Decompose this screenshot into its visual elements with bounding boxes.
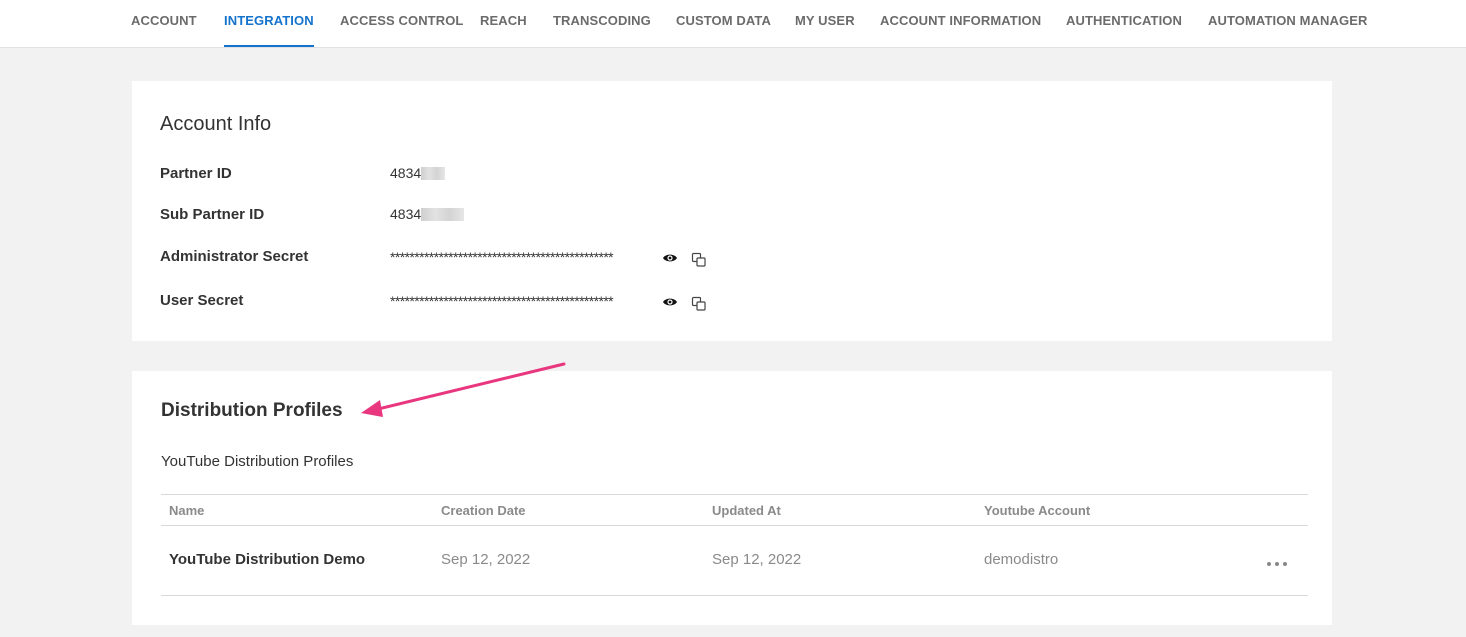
table-divider bbox=[161, 494, 1308, 495]
column-header-youtube-account[interactable]: Youtube Account bbox=[984, 503, 1090, 518]
youtube-account: demodistro bbox=[984, 551, 1059, 568]
tab-my-user[interactable]: MY USER bbox=[795, 0, 855, 47]
copy-icon[interactable] bbox=[691, 252, 709, 268]
tab-custom-data[interactable]: CUSTOM DATA bbox=[676, 0, 771, 47]
tab-reach[interactable]: REACH bbox=[480, 0, 527, 47]
more-actions-icon[interactable] bbox=[1265, 556, 1291, 566]
sub-partner-id-label: Sub Partner ID bbox=[160, 206, 265, 223]
youtube-profiles-subtitle: YouTube Distribution Profiles bbox=[161, 453, 354, 470]
redacted-blur bbox=[421, 167, 446, 180]
eye-icon[interactable] bbox=[662, 296, 680, 312]
tab-account[interactable]: ACCOUNT bbox=[131, 0, 197, 47]
admin-secret-label: Administrator Secret bbox=[160, 248, 309, 265]
table-divider bbox=[161, 595, 1308, 596]
creation-date: Sep 12, 2022 bbox=[441, 551, 531, 568]
updated-at: Sep 12, 2022 bbox=[712, 551, 802, 568]
column-header-name[interactable]: Name bbox=[169, 503, 204, 518]
account-info-title: Account Info bbox=[160, 113, 272, 135]
column-header-creation-date[interactable]: Creation Date bbox=[441, 503, 526, 518]
partner-id-value: 4834 bbox=[390, 165, 446, 181]
eye-icon[interactable] bbox=[662, 252, 680, 268]
tab-account-information[interactable]: ACCOUNT INFORMATION bbox=[880, 0, 1041, 47]
partner-id-label: Partner ID bbox=[160, 165, 232, 182]
sub-partner-id-text: 4834 bbox=[390, 206, 422, 222]
account-info-card: Account Info Partner ID 4834 Sub Partner… bbox=[132, 81, 1332, 341]
tab-automation-manager[interactable]: AUTOMATION MANAGER bbox=[1208, 0, 1367, 47]
distribution-profiles-card: Distribution Profiles YouTube Distributi… bbox=[132, 371, 1332, 625]
sub-partner-id-value: 4834 bbox=[390, 206, 465, 222]
user-secret-label: User Secret bbox=[160, 292, 244, 309]
tab-authentication[interactable]: AUTHENTICATION bbox=[1066, 0, 1182, 47]
tab-integration[interactable]: INTEGRATION bbox=[224, 0, 314, 47]
column-header-updated-at[interactable]: Updated At bbox=[712, 503, 781, 518]
table-divider bbox=[161, 525, 1308, 526]
user-secret-value: ****************************************… bbox=[390, 293, 614, 309]
tab-transcoding[interactable]: TRANSCODING bbox=[553, 0, 651, 47]
tab-access-control[interactable]: ACCESS CONTROL bbox=[340, 0, 463, 47]
distribution-profiles-title: Distribution Profiles bbox=[161, 400, 343, 421]
admin-secret-value: ****************************************… bbox=[390, 249, 614, 265]
redacted-blur bbox=[421, 208, 465, 221]
copy-icon[interactable] bbox=[691, 296, 709, 312]
profile-name[interactable]: YouTube Distribution Demo bbox=[169, 551, 365, 568]
top-navigation: ACCOUNT INTEGRATION ACCESS CONTROL REACH… bbox=[0, 0, 1466, 48]
partner-id-text: 4834 bbox=[390, 165, 422, 181]
